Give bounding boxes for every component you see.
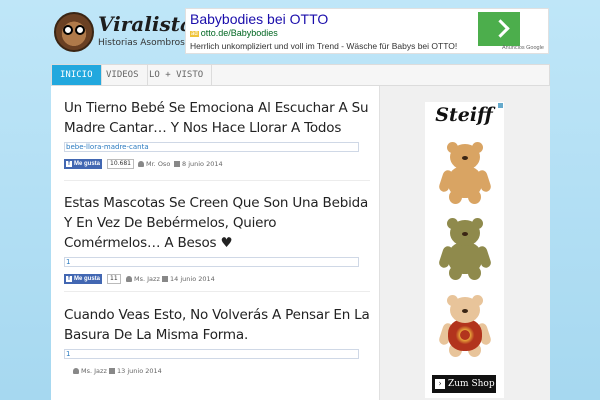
sidebar: Steiff › Zum Shop (379, 86, 550, 400)
post-item: Estas Mascotas Se Creen Que Son Una Bebi… (64, 193, 370, 286)
facebook-icon: f (66, 161, 72, 167)
ad-network-label[interactable]: Anuncios Google (502, 45, 544, 51)
post-author[interactable]: Mr. Oso (138, 160, 170, 168)
like-label: Me gusta (74, 276, 101, 282)
post-list: Un Tierno Bebé Se Emociona Al Escuchar A… (51, 86, 379, 400)
calendar-icon (109, 368, 115, 374)
steiff-logo: Steiff (435, 104, 493, 126)
logo-eye-right (75, 25, 85, 35)
post-tag[interactable]: 1 (64, 257, 359, 267)
logo-eye-left (63, 25, 73, 35)
post-meta: f Me gusta 10.681 Mr. Oso 8 junio 2014 (64, 159, 370, 171)
like-count: 10.681 (107, 159, 134, 169)
main-nav: INICIO VIDEOS LO + VISTO (51, 64, 550, 86)
calendar-icon (174, 161, 180, 167)
teddy-bear-image (437, 142, 493, 206)
facebook-like-button[interactable]: f Me gusta (64, 159, 103, 169)
arrow-right-icon: › (435, 379, 445, 389)
nav-item-lo-mas-visto[interactable]: LO + VISTO (141, 65, 213, 85)
post-item: Un Tierno Bebé Se Emociona Al Escuchar A… (64, 98, 370, 171)
zum-shop-label: Zum Shop (448, 379, 495, 389)
post-date: 13 junio 2014 (109, 367, 162, 375)
site-subtitle: Historias Asombrosas (98, 38, 195, 48)
post-divider (64, 291, 370, 292)
ad-url-text[interactable]: otto.de/Babybodies (201, 28, 278, 38)
ad-title-link[interactable]: Babybodies bei OTTO (190, 11, 328, 27)
post-date: 14 junio 2014 (162, 275, 215, 283)
calendar-icon (162, 276, 168, 282)
facebook-icon: f (66, 276, 72, 282)
site-logo[interactable] (54, 12, 94, 52)
facebook-like-button[interactable]: f Me gusta (64, 274, 103, 284)
post-title[interactable]: Cuando Veas Esto, No Volverás A Pensar E… (64, 305, 370, 345)
post-divider (64, 180, 370, 181)
steiff-ad[interactable]: Steiff › Zum Shop (425, 102, 504, 398)
post-title[interactable]: Estas Mascotas Se Creen Que Son Una Bebi… (64, 193, 370, 253)
post-meta: f Me gusta 11 Ms. Jazz 14 junio 2014 (64, 274, 370, 286)
post-tag[interactable]: bebe-llora-madre-canta (64, 142, 359, 152)
author-icon (126, 276, 132, 282)
teddy-bear-image (437, 295, 493, 359)
author-icon (73, 368, 79, 374)
post-author[interactable]: Ms. Jazz (73, 367, 107, 375)
ad-description: Herrlich unkompliziert und voll im Trend… (190, 41, 458, 51)
post-tag[interactable]: 1 (64, 349, 359, 359)
nav-item-inicio[interactable]: INICIO (52, 65, 102, 85)
post-meta: Ms. Jazz 13 junio 2014 (64, 366, 370, 378)
ad-arrow-button[interactable] (478, 12, 520, 46)
teddy-bear-image (437, 218, 493, 282)
ad-url[interactable]: ad otto.de/Babybodies (190, 28, 278, 38)
ad-badge: ad (190, 30, 199, 37)
post-date: 8 junio 2014 (174, 160, 223, 168)
author-icon (138, 161, 144, 167)
like-count: 11 (107, 274, 121, 284)
post-item: Cuando Veas Esto, No Volverás A Pensar E… (64, 305, 370, 378)
zum-shop-button[interactable]: › Zum Shop (432, 375, 496, 393)
like-label: Me gusta (74, 161, 101, 167)
post-title[interactable]: Un Tierno Bebé Se Emociona Al Escuchar A… (64, 98, 370, 138)
post-author[interactable]: Ms. Jazz (126, 275, 160, 283)
